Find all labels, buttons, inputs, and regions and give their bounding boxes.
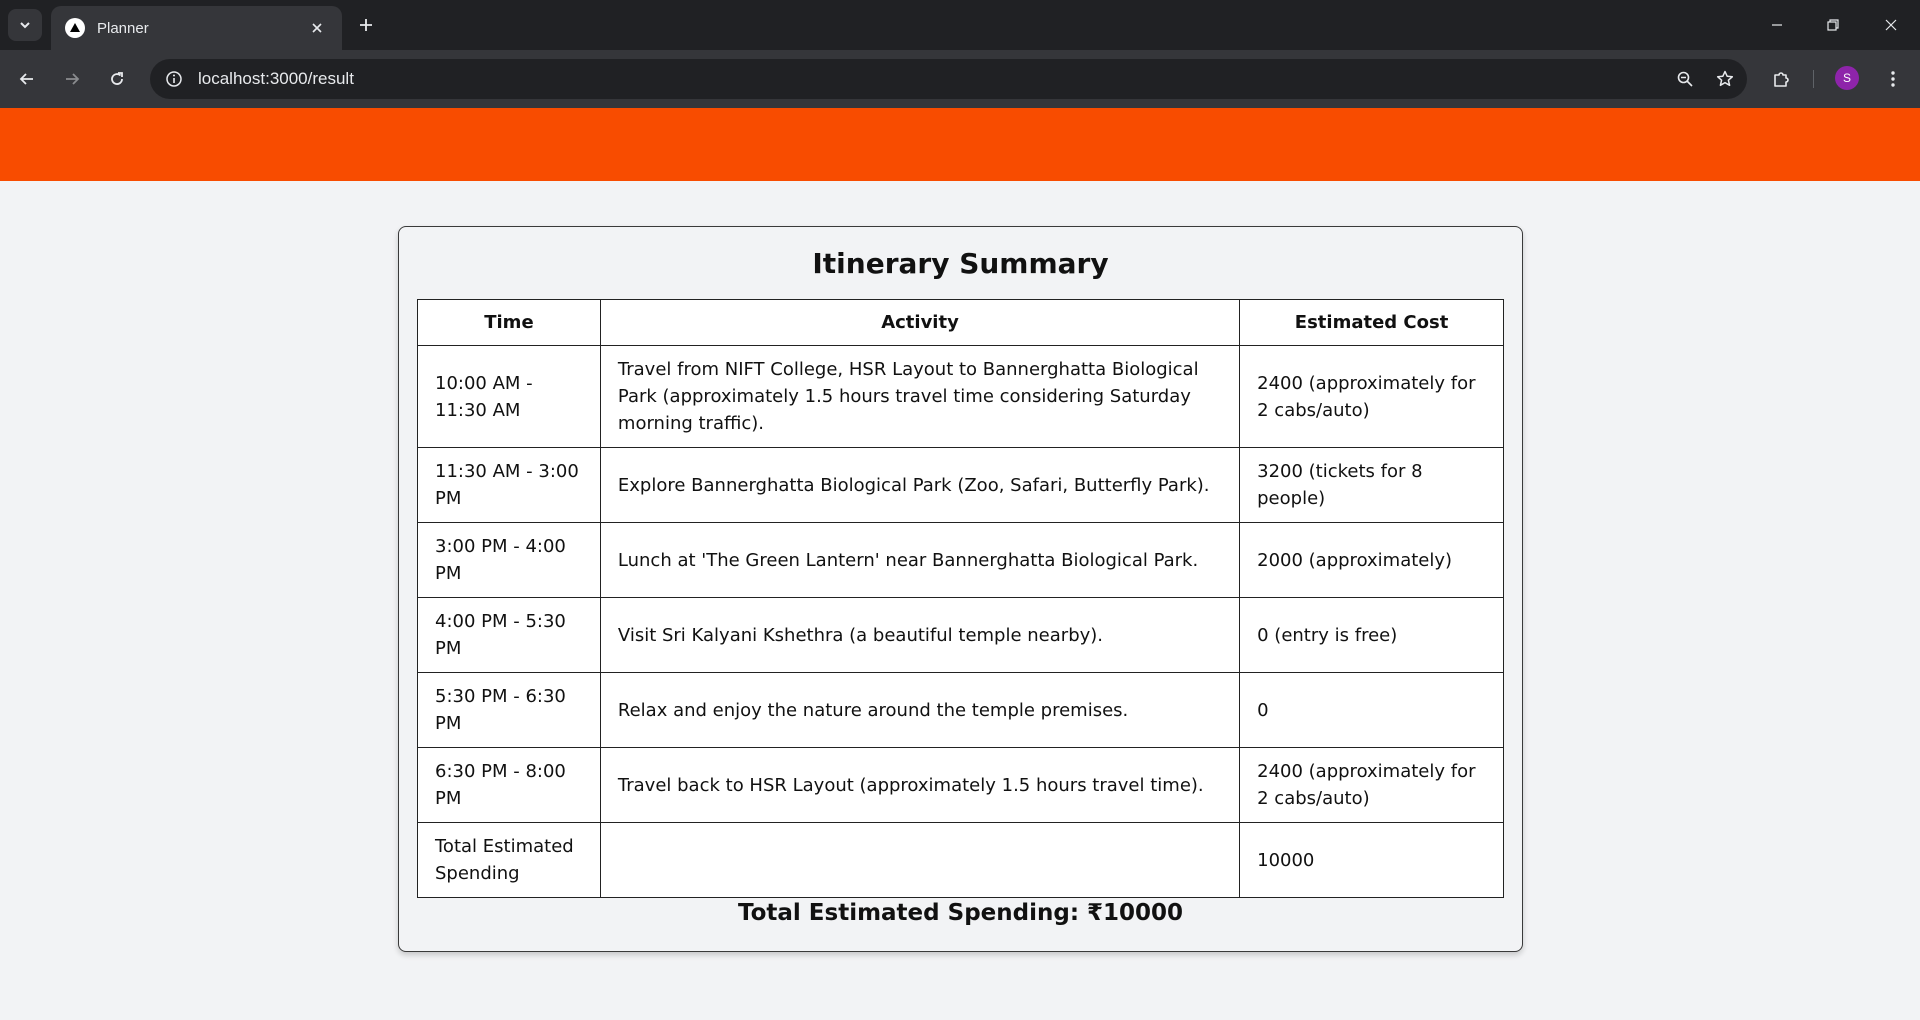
back-button[interactable] bbox=[11, 63, 43, 95]
header-time: Time bbox=[417, 299, 601, 346]
total-spending: Total Estimated Spending: ₹10000 bbox=[737, 900, 1184, 926]
itinerary-card: Itinerary Summary Time Activity Estimate… bbox=[398, 226, 1523, 952]
tab-close-icon[interactable] bbox=[306, 17, 328, 39]
cost-cell: 0 (entry is free) bbox=[1239, 597, 1504, 673]
total-activity-cell bbox=[599, 822, 1241, 898]
total-label-cell: Total Estimated Spending bbox=[417, 822, 601, 898]
time-cell: 4:00 PM - 5:30 PM bbox=[417, 597, 601, 673]
more-vertical-icon bbox=[1891, 71, 1895, 87]
time-cell: 3:00 PM - 4:00 PM bbox=[417, 522, 601, 598]
itinerary-table: Time Activity Estimated Cost 10:00 AM - … bbox=[417, 299, 1504, 898]
reload-icon bbox=[111, 72, 123, 85]
plus-icon bbox=[360, 19, 372, 31]
table-row: 10:00 AM - 11:30 AM Travel from NIFT Col… bbox=[417, 345, 1504, 448]
table-row: 3:00 PM - 4:00 PM Lunch at 'The Green La… bbox=[417, 522, 1504, 598]
header-activity: Activity bbox=[599, 299, 1241, 346]
favicon-icon bbox=[65, 18, 85, 38]
new-tab-button[interactable] bbox=[352, 11, 380, 39]
activity-cell: Explore Bannerghatta Biological Park (Zo… bbox=[599, 447, 1241, 523]
tab-bar: Planner bbox=[0, 0, 1920, 50]
table-header-row: Time Activity Estimated Cost bbox=[417, 299, 1504, 346]
restore-icon bbox=[1827, 19, 1839, 31]
header-cost: Estimated Cost bbox=[1239, 299, 1504, 346]
table-row: 11:30 AM - 3:00 PM Explore Bannerghatta … bbox=[417, 447, 1504, 523]
time-cell: 5:30 PM - 6:30 PM bbox=[417, 672, 601, 748]
site-info-icon[interactable] bbox=[154, 59, 194, 99]
restore-button[interactable] bbox=[1815, 8, 1851, 42]
puzzle-icon bbox=[1774, 72, 1789, 87]
url-text[interactable]: localhost:3000/result bbox=[198, 69, 1667, 89]
table-row: 6:30 PM - 8:00 PM Travel back to HSR Lay… bbox=[417, 747, 1504, 823]
zoom-icon[interactable] bbox=[1667, 61, 1703, 97]
total-row: Total Estimated Spending 10000 bbox=[417, 822, 1504, 898]
activity-cell: Lunch at 'The Green Lantern' near Banner… bbox=[599, 522, 1241, 598]
activity-cell: Relax and enjoy the nature around the te… bbox=[599, 672, 1241, 748]
cost-cell: 2400 (approximately for 2 cabs/auto) bbox=[1239, 747, 1504, 823]
reload-button[interactable] bbox=[101, 63, 133, 95]
page-title: Itinerary Summary bbox=[812, 247, 1109, 280]
tab-search-button[interactable] bbox=[8, 9, 42, 41]
table-row: 5:30 PM - 6:30 PM Relax and enjoy the na… bbox=[417, 672, 1504, 748]
cost-cell: 2400 (approximately for 2 cabs/auto) bbox=[1239, 345, 1504, 448]
address-bar[interactable]: localhost:3000/result bbox=[150, 59, 1747, 99]
cost-cell: 3200 (tickets for 8 people) bbox=[1239, 447, 1504, 523]
close-window-button[interactable] bbox=[1873, 8, 1909, 42]
browser-tab[interactable]: Planner bbox=[51, 6, 342, 50]
time-cell: 6:30 PM - 8:00 PM bbox=[417, 747, 601, 823]
cost-cell: 2000 (approximately) bbox=[1239, 522, 1504, 598]
time-cell: 11:30 AM - 3:00 PM bbox=[417, 447, 601, 523]
cost-cell: 0 bbox=[1239, 672, 1504, 748]
bookmark-star-icon[interactable] bbox=[1707, 61, 1743, 97]
activity-cell: Travel from NIFT College, HSR Layout to … bbox=[599, 345, 1241, 448]
activity-cell: Travel back to HSR Layout (approximately… bbox=[599, 747, 1241, 823]
browser-toolbar: localhost:3000/result bbox=[0, 50, 1920, 108]
minimize-button[interactable] bbox=[1759, 8, 1795, 42]
close-icon bbox=[1885, 19, 1897, 31]
forward-arrow-icon bbox=[66, 73, 80, 85]
profile-avatar[interactable]: S bbox=[1835, 66, 1859, 90]
minimize-icon bbox=[1772, 24, 1782, 26]
forward-button[interactable] bbox=[56, 63, 88, 95]
header-banner bbox=[0, 108, 1920, 181]
time-cell: 10:00 AM - 11:30 AM bbox=[417, 345, 601, 448]
activity-cell: Visit Sri Kalyani Kshethra (a beautiful … bbox=[599, 597, 1241, 673]
table-row: 4:00 PM - 5:30 PM Visit Sri Kalyani Kshe… bbox=[417, 597, 1504, 673]
toolbar-divider bbox=[1813, 70, 1814, 88]
back-arrow-icon bbox=[19, 73, 33, 85]
chevron-down-icon bbox=[20, 22, 30, 29]
browser-menu-button[interactable] bbox=[1878, 63, 1908, 95]
total-cost-cell: 10000 bbox=[1239, 822, 1504, 898]
tab-title: Planner bbox=[97, 19, 149, 37]
extensions-button[interactable] bbox=[1766, 63, 1798, 95]
